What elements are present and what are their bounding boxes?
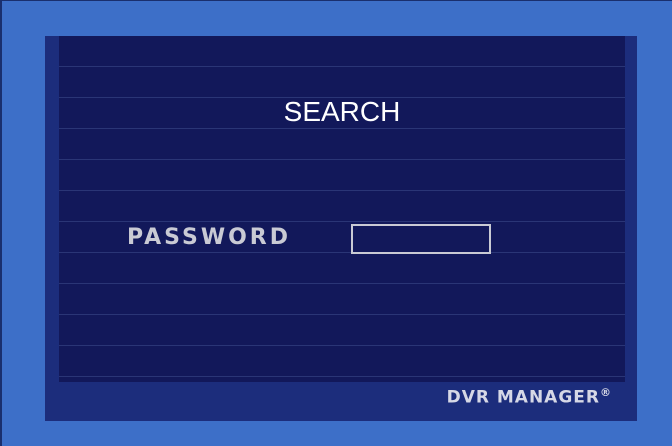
registered-mark: ®	[600, 386, 611, 399]
brand-name: DVR MANAGER	[446, 387, 600, 408]
dialog-title: SEARCH	[283, 96, 401, 127]
password-field[interactable]	[351, 224, 491, 254]
brand-label: DVR MANAGER®	[447, 386, 611, 408]
dialog-inner: SEARCH PASSWORD	[59, 36, 625, 382]
password-label: PASSWORD	[127, 225, 292, 250]
dialog-panel: SEARCH PASSWORD DVR MANAGER®	[45, 36, 637, 421]
dvr-screen: SEARCH PASSWORD DVR MANAGER®	[0, 0, 672, 446]
